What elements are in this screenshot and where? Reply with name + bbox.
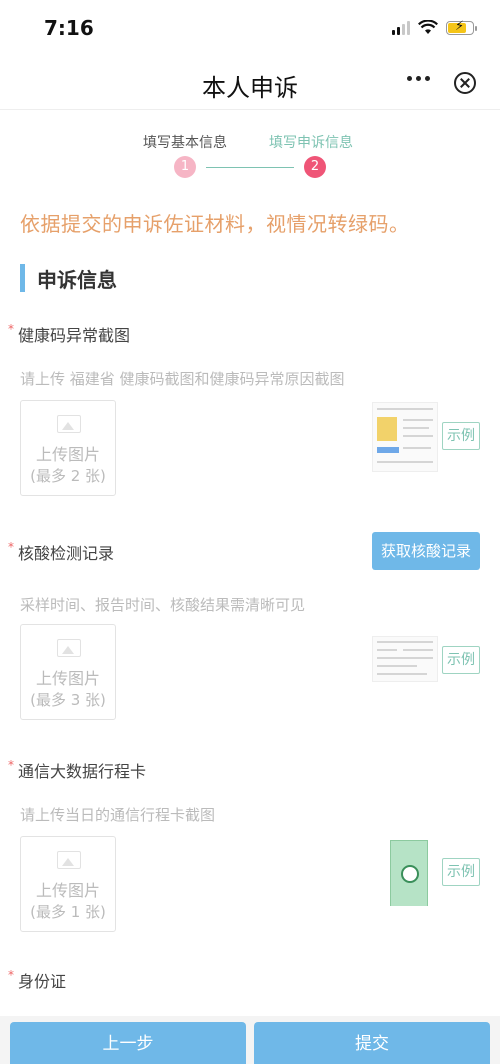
field-hint: 请上传 福建省 健康码截图和健康码异常原因截图 <box>20 370 345 388</box>
close-icon[interactable] <box>454 72 476 94</box>
field-label-text: 通信大数据行程卡 <box>18 762 147 781</box>
status-icons: ⚡ <box>392 19 477 35</box>
upload-box[interactable]: 上传图片 (最多 2 张) <box>20 400 116 496</box>
required-mark: * <box>8 758 14 772</box>
field-label: * 身份证 <box>8 968 66 992</box>
submit-button[interactable]: 提交 <box>254 1022 490 1064</box>
step-2-label: 填写申诉信息 <box>269 135 353 151</box>
fetch-nucleic-record-button[interactable]: 获取核酸记录 <box>372 532 480 570</box>
step-2-number: 2 <box>304 156 326 178</box>
upload-limit: (最多 1 张) <box>30 903 106 921</box>
field-nucleic-test: * 核酸检测记录 获取核酸记录 采样时间、报告时间、核酸结果需清晰可见 上传图片 … <box>0 532 500 720</box>
step-1-number: 1 <box>174 156 196 178</box>
upload-limit: (最多 2 张) <box>30 467 106 485</box>
more-icon[interactable] <box>407 76 430 81</box>
sample-thumbnail[interactable] <box>372 402 438 472</box>
page-title: 本人申诉 <box>202 74 298 102</box>
field-label-text: 身份证 <box>18 972 67 991</box>
upload-label: 上传图片 <box>35 669 100 688</box>
nav-bar: 本人申诉 <box>0 58 500 110</box>
required-mark: * <box>8 322 14 336</box>
required-mark: * <box>8 540 14 554</box>
section-header: 申诉信息 <box>20 264 117 292</box>
bottom-bar: 上一步 提交 <box>0 1016 500 1064</box>
arrow-circle-icon <box>401 865 419 883</box>
upload-box[interactable]: 上传图片 (最多 3 张) <box>20 624 116 720</box>
sample-button[interactable]: 示例 <box>442 858 480 886</box>
status-time: 7:16 <box>44 16 94 40</box>
sample-button[interactable]: 示例 <box>442 422 480 450</box>
field-label: * 通信大数据行程卡 <box>8 758 146 782</box>
section-title: 申诉信息 <box>37 267 117 292</box>
field-label-text: 健康码异常截图 <box>18 326 131 345</box>
field-hint: 采样时间、报告时间、核酸结果需清晰可见 <box>20 596 306 614</box>
image-icon <box>57 415 81 433</box>
wifi-icon <box>418 20 438 34</box>
image-icon <box>57 639 81 657</box>
upload-label: 上传图片 <box>35 445 100 464</box>
notice-text: 依据提交的申诉佐证材料，视情况转绿码。 <box>20 212 410 236</box>
upload-box[interactable]: 上传图片 (最多 1 张) <box>20 836 116 932</box>
signal-icon <box>392 20 410 35</box>
previous-step-button[interactable]: 上一步 <box>10 1022 246 1064</box>
upload-limit: (最多 3 张) <box>30 691 106 709</box>
phone-screenshot <box>390 840 428 906</box>
status-bar: 7:16 ⚡ <box>0 0 500 58</box>
field-label-text: 核酸检测记录 <box>18 544 115 563</box>
sample-thumbnail[interactable] <box>372 836 438 906</box>
section-accent-bar <box>20 264 25 292</box>
battery-icon: ⚡ <box>446 19 477 35</box>
upload-label: 上传图片 <box>35 881 100 900</box>
field-label: * 健康码异常截图 <box>8 322 130 346</box>
required-mark: * <box>8 968 14 982</box>
sample-button[interactable]: 示例 <box>442 646 480 674</box>
step-1-label: 填写基本信息 <box>143 135 227 151</box>
field-health-code: * 健康码异常截图 请上传 福建省 健康码截图和健康码异常原因截图 上传图片 (最… <box>0 322 500 502</box>
image-icon <box>57 851 81 869</box>
sample-thumbnail[interactable] <box>372 636 438 682</box>
field-hint: 请上传当日的通信行程卡截图 <box>20 806 216 824</box>
field-label: * 核酸检测记录 <box>8 540 114 564</box>
step-indicator: 填写基本信息 填写申诉信息 1 2 <box>0 130 500 182</box>
step-connector <box>206 167 294 168</box>
field-id-card: * 身份证 <box>0 968 500 998</box>
field-travel-card: * 通信大数据行程卡 请上传当日的通信行程卡截图 上传图片 (最多 1 张) 示例 <box>0 758 500 938</box>
